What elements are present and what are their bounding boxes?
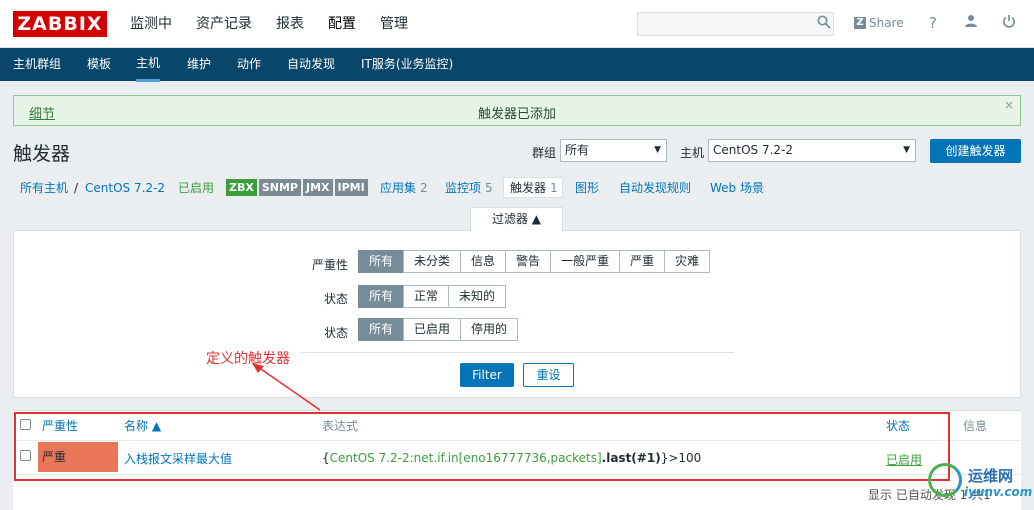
message-details-link[interactable]: 细节 [29,103,55,122]
status-option[interactable]: 已启用 [403,318,462,341]
chevron-down-icon: ▼ [903,145,910,155]
state-option[interactable]: 未知的 [448,285,507,308]
share-link[interactable]: Z Share [854,16,904,30]
zabbix-logo[interactable]: ZABBIX [13,11,107,37]
sub-menu: 主机群组 模板 主机 维护 动作 自动发现 IT服务(业务监控) [0,48,1034,82]
discovery-rules-link[interactable]: 自动发现规则 [619,180,691,196]
search-icon[interactable] [816,15,832,31]
status-filter: 所有 已启用 停用的 [358,318,519,341]
state-filter-label: 状态 [323,292,348,306]
host-select[interactable]: CentOS 7.2-2 ▼ [708,139,916,162]
triggers-count: 1 [550,181,558,195]
watermark-line2: iyunv.com [964,485,1033,499]
severity-option[interactable]: 严重 [619,250,666,273]
applications-link[interactable]: 应用集 [380,180,416,196]
help-icon[interactable]: ? [924,14,942,32]
menu-configuration[interactable]: 配置 [316,0,368,48]
success-message: 触发器已添加 细节 × [13,95,1021,126]
state-filter: 所有 正常 未知的 [358,285,507,308]
jmx-badge: JMX [302,179,333,196]
annotation-highlight-box [14,412,950,481]
status-filter-label: 状态 [323,326,348,340]
logout-icon[interactable] [1000,14,1018,32]
message-text: 触发器已添加 [477,107,556,122]
info-column-header: 信息 [963,419,988,433]
group-select-value: 所有 [565,143,590,157]
submenu-maintenance[interactable]: 维护 [187,48,211,81]
menu-reports[interactable]: 报表 [264,0,316,48]
snmp-badge: SNMP [258,179,301,196]
filter-divider [300,352,734,353]
watermark-circle-icon [928,463,962,497]
severity-option[interactable]: 信息 [460,250,507,273]
state-option[interactable]: 所有 [358,285,405,308]
group-label: 群组 [532,146,557,160]
severity-option[interactable]: 所有 [358,250,405,273]
user-profile-icon[interactable] [962,14,980,32]
availability-tags: ZBX SNMP JMX IPMI [226,179,368,196]
submenu-discovery[interactable]: 自动发现 [287,48,335,81]
severity-option[interactable]: 未分类 [403,250,462,273]
status-option[interactable]: 所有 [358,318,405,341]
ipmi-badge: IPMI [334,179,368,196]
annotation-arrow-icon [252,363,321,411]
page-title: 触发器 [13,143,71,165]
items-link[interactable]: 监控项 [445,180,481,196]
submenu-templates[interactable]: 模板 [87,48,111,81]
host-status: 已启用 [178,181,215,195]
state-option[interactable]: 正常 [403,285,450,308]
items-count: 5 [485,181,493,195]
menu-monitoring[interactable]: 监测中 [118,0,184,48]
triggers-label[interactable]: 触发器 [510,180,546,196]
host-link[interactable]: CentOS 7.2-2 [85,180,165,196]
web-scenarios-link[interactable]: Web 场景 [710,180,764,196]
zbx-badge: ZBX [226,179,257,196]
applications-count: 2 [420,181,428,195]
main-menu: 监测中 资产记录 报表 配置 管理 [118,0,420,48]
menu-administration[interactable]: 管理 [368,0,420,48]
share-icon: Z [854,17,866,29]
severity-filter: 所有 未分类 信息 警告 一般严重 严重 灾难 [358,250,711,273]
reset-button[interactable]: 重设 [523,363,574,387]
submenu-it-services[interactable]: IT服务(业务监控) [361,48,453,81]
chevron-down-icon: ▼ [654,145,661,155]
search-input[interactable] [637,12,834,36]
graphs-link[interactable]: 图形 [575,180,599,196]
severity-option[interactable]: 灾难 [664,250,711,273]
submenu-host-groups[interactable]: 主机群组 [13,48,61,81]
all-hosts-link[interactable]: 所有主机 [20,180,68,196]
share-label: Share [869,16,904,30]
severity-filter-label: 严重性 [311,258,348,272]
filter-tab[interactable]: 过滤器 ▲ [470,207,563,232]
severity-option[interactable]: 一般严重 [550,250,621,273]
create-trigger-button[interactable]: 创建触发器 [930,139,1021,163]
submenu-hosts[interactable]: 主机 [136,48,161,82]
status-option[interactable]: 停用的 [460,318,519,341]
close-icon[interactable]: × [1004,98,1014,112]
host-select-value: CentOS 7.2-2 [713,143,793,157]
menu-inventory[interactable]: 资产记录 [184,0,264,48]
group-select[interactable]: 所有 ▼ [560,139,667,162]
submenu-actions[interactable]: 动作 [237,48,261,81]
severity-option[interactable]: 警告 [505,250,552,273]
watermark-line1: 运维网 [968,467,1014,485]
watermark-logo: 运维网 iyunv.com [928,463,1032,507]
host-label: 主机 [680,146,705,160]
breadcrumb-separator: / [74,181,79,195]
filter-button[interactable]: Filter [460,363,514,387]
